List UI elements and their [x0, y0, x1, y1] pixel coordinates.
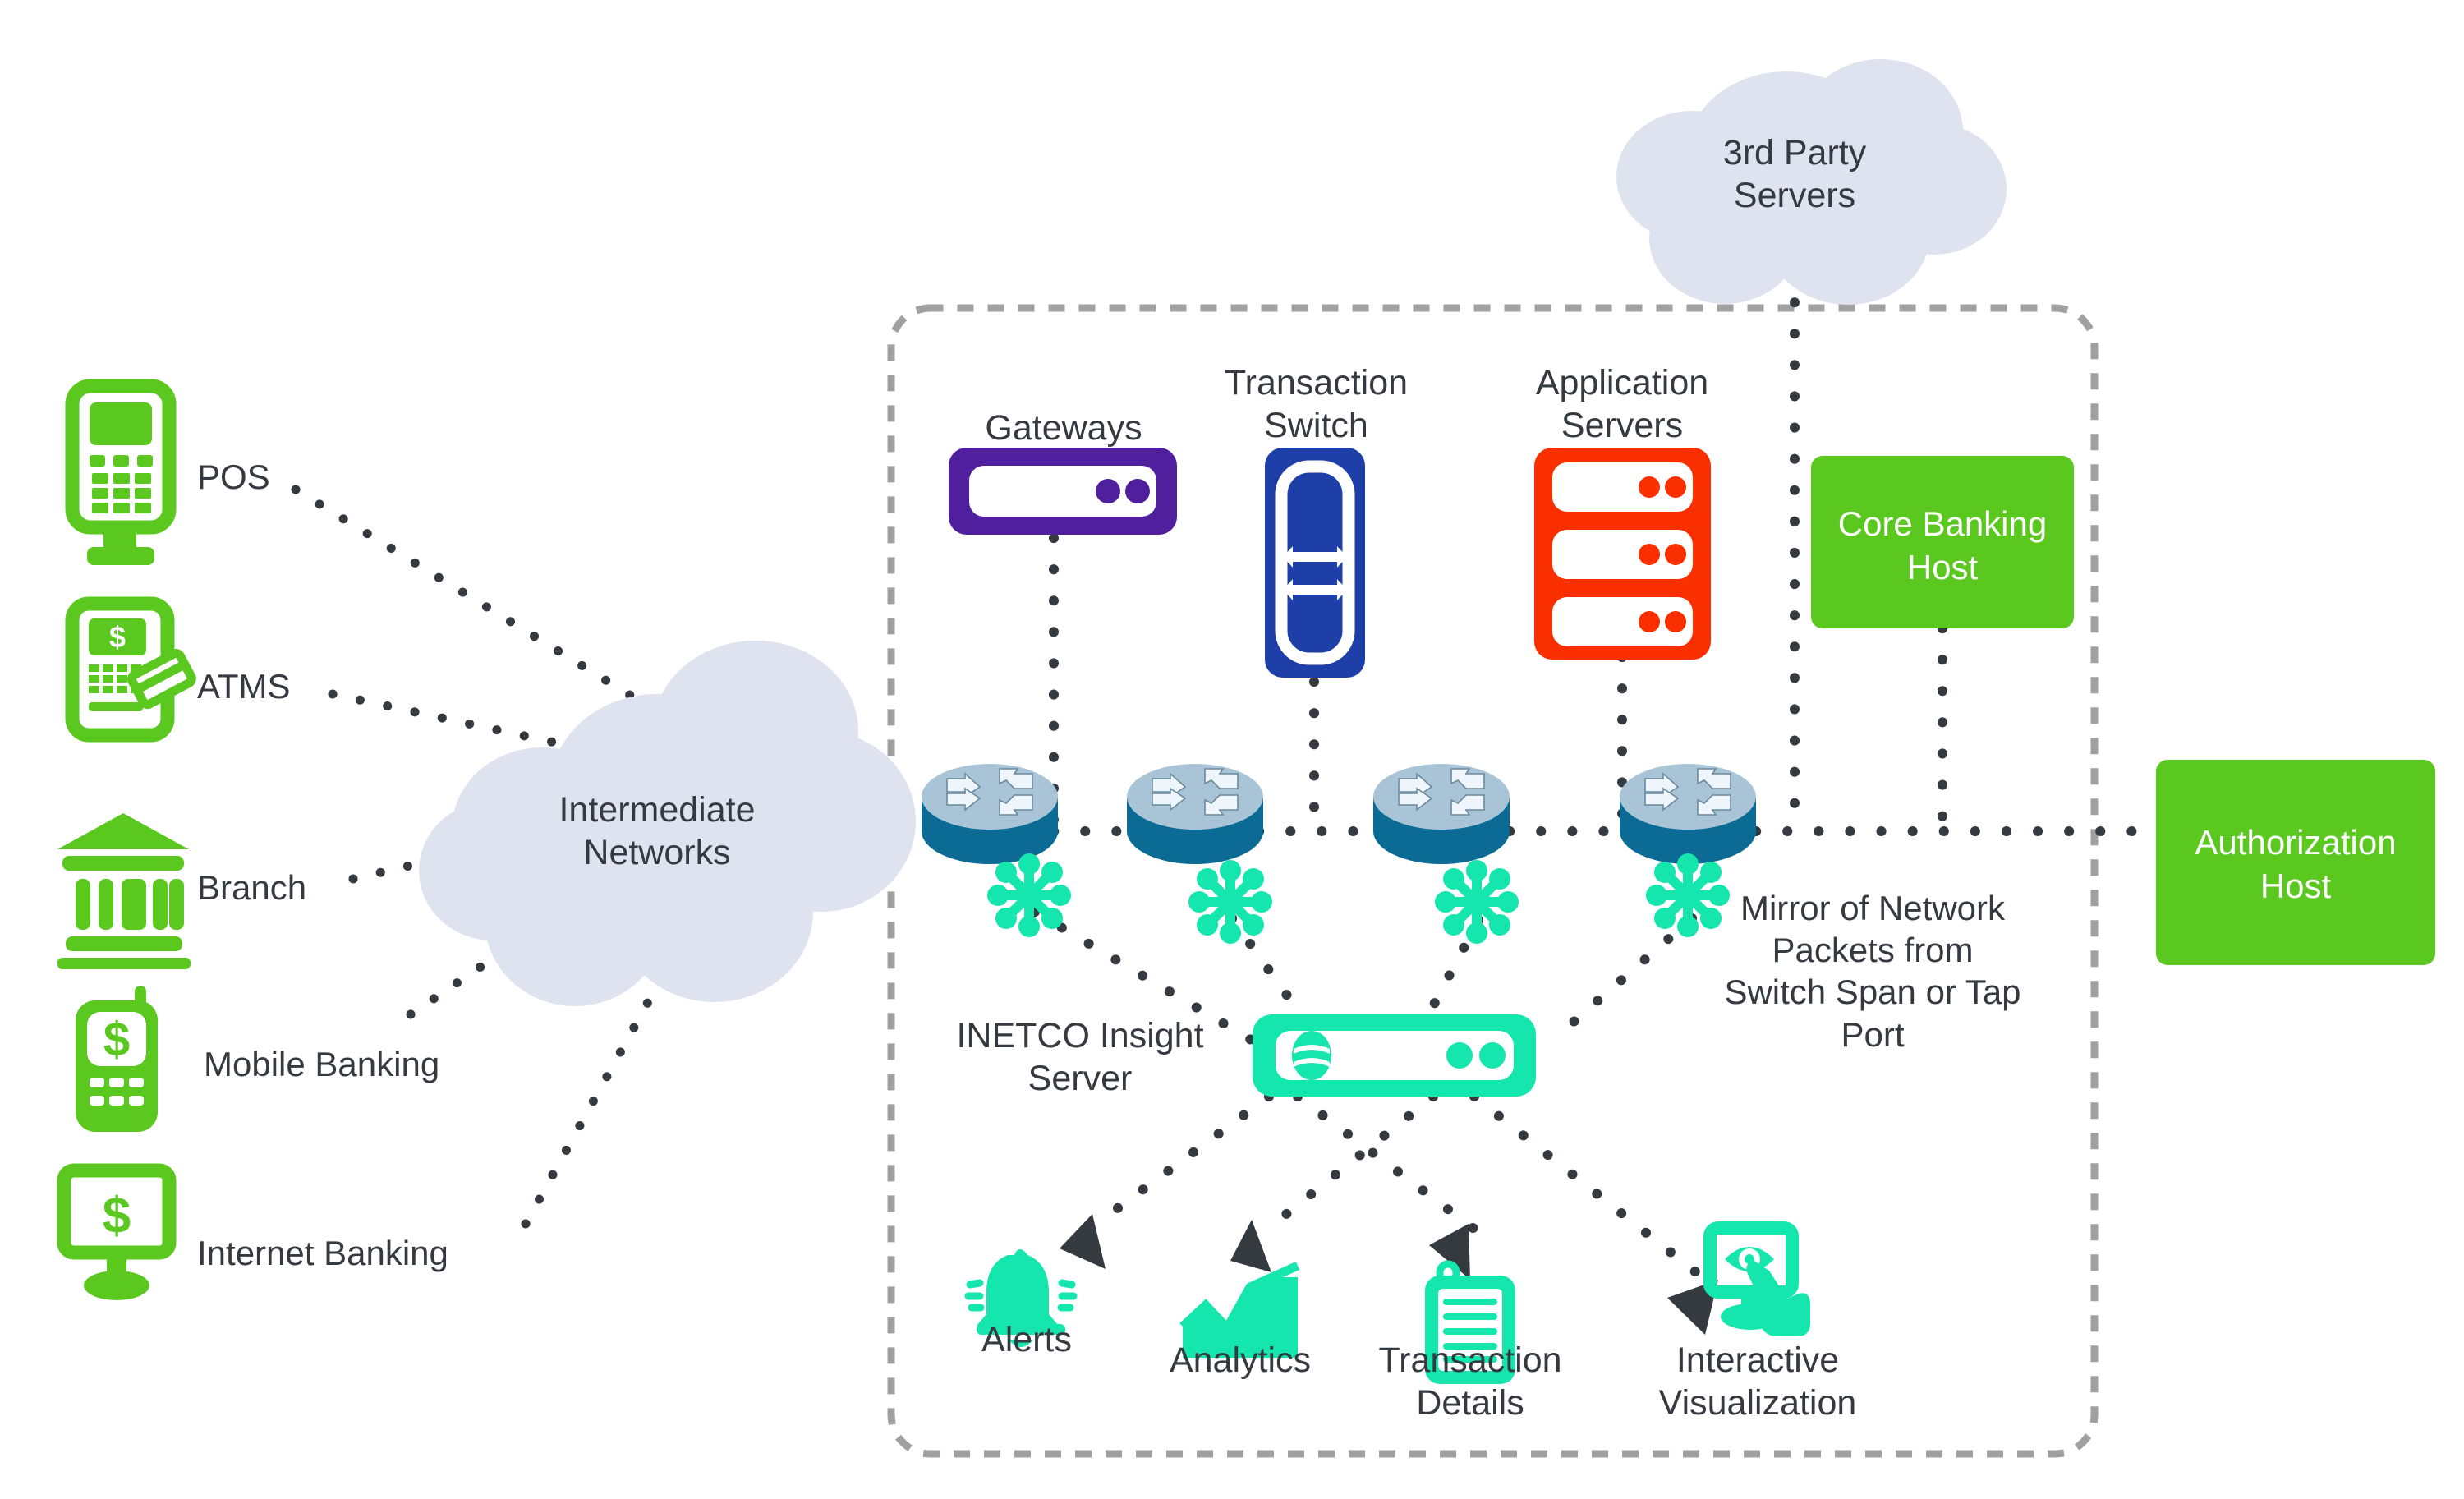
mobile-phone-dollar-icon: $ — [76, 986, 158, 1132]
output-label-line2: Visualization — [1658, 1383, 1857, 1423]
channel-label-pos: POS — [197, 458, 270, 496]
output-label-line1: Transaction — [1378, 1340, 1562, 1380]
svg-text:$: $ — [109, 620, 126, 654]
bank-building-icon — [57, 813, 191, 969]
svg-text:$: $ — [103, 1188, 131, 1244]
output-label-line1: Alerts — [981, 1320, 1072, 1359]
cloud-label-line2: Networks — [583, 833, 731, 873]
infra-label-transaction-switch: Transaction Switch — [1179, 361, 1454, 448]
infra-label-line2: Switch — [1264, 406, 1368, 446]
link-insight-to-viz — [1469, 1092, 1717, 1290]
link-insight-to-details — [1293, 1092, 1483, 1237]
svg-text:$: $ — [103, 1013, 130, 1066]
mirror-note-text: Mirror of Network Packets from Switch Sp… — [1700, 887, 2045, 1055]
arrowhead-details — [1429, 1224, 1470, 1280]
network-tap-icon-1 — [987, 853, 1071, 937]
insight-server-label: INETCO Insight Server — [920, 1014, 1240, 1101]
infra-label-application-servers: Application Servers — [1478, 361, 1766, 448]
mirror-note-line2: Packets from — [1772, 931, 1974, 970]
cloud-label-intermediate-networks: Intermediate Networks — [493, 789, 821, 875]
insight-to-output-links — [1092, 1092, 1717, 1290]
output-label-analytics: Analytics — [1125, 1339, 1355, 1382]
insight-server-label-line1: INETCO Insight — [956, 1016, 1204, 1055]
diagram-svg-layer: $ $ $ — [57, 59, 2435, 1458]
channel-label-internet-banking: Internet Banking — [197, 1234, 448, 1272]
atm-machine-icon: $ — [65, 596, 196, 743]
eye-monitor-cursor-icon — [1703, 1221, 1810, 1336]
output-label-transaction-details: Transaction Details — [1347, 1339, 1593, 1425]
host-label-line1: Core Banking — [1837, 504, 2048, 543]
cloud-label-line2: Servers — [1733, 176, 1856, 216]
output-label-alerts: Alerts — [912, 1318, 1142, 1361]
router-4 — [1620, 764, 1756, 864]
link-insight-to-alerts — [1092, 1092, 1274, 1229]
mirror-note-line3: Switch Span or Tap — [1724, 973, 2021, 1012]
router-2 — [1127, 764, 1263, 864]
arrowhead-analytics — [1230, 1220, 1271, 1272]
device-to-router-links — [1049, 266, 1947, 826]
pos-terminal-icon — [65, 379, 177, 565]
infra-label-line1: Gateways — [985, 408, 1142, 448]
link-tap4-to-insight — [1556, 913, 1697, 1038]
host-label-authorization-host: Authorization Host — [2156, 821, 2435, 908]
link-insight-to-analytics — [1264, 1092, 1438, 1233]
output-label-line1: Interactive — [1676, 1340, 1840, 1380]
insight-server-label-line2: Server — [1027, 1059, 1133, 1099]
link-internet-to-cloud — [521, 981, 662, 1229]
cloud-label-third-party-servers: 3rd Party Servers — [1639, 131, 1951, 218]
mirror-note-line1: Mirror of Network — [1740, 889, 2006, 927]
router-1 — [922, 764, 1058, 864]
diagram-canvas: $ $ $ POS ATMS Branch Mobile Banking Int… — [0, 0, 2464, 1499]
arrowhead-alerts — [1060, 1214, 1106, 1269]
infra-label-line2: Servers — [1561, 406, 1684, 446]
desktop-monitor-dollar-icon: $ — [57, 1163, 177, 1300]
host-label-core-banking-host: Core Banking Host — [1811, 503, 2074, 589]
output-arrowheads — [1060, 1214, 1718, 1335]
infra-label-gateways: Gateways — [928, 407, 1199, 449]
router-3 — [1373, 764, 1510, 864]
inetco-insight-server-icon — [1253, 1014, 1536, 1097]
gateway-server-icon — [949, 448, 1177, 535]
transaction-switch-icon — [1265, 448, 1365, 678]
host-label-line2: Host — [1906, 547, 1979, 586]
output-label-line2: Details — [1416, 1383, 1524, 1423]
mirror-note-line4: Port — [1841, 1014, 1905, 1054]
channel-label-atms: ATMS — [197, 667, 291, 706]
infra-label-line1: Transaction — [1224, 363, 1409, 402]
network-tap-icon-2 — [1188, 860, 1272, 944]
channel-label-mobile-banking: Mobile Banking — [204, 1045, 440, 1083]
host-label-line2: Host — [2259, 866, 2332, 905]
channel-label-branch: Branch — [197, 868, 307, 907]
infra-label-line1: Application — [1535, 363, 1709, 402]
output-label-interactive-visualization: Interactive Visualization — [1622, 1339, 1893, 1425]
cloud-label-line1: Intermediate — [559, 790, 756, 830]
host-label-line1: Authorization — [2195, 823, 2397, 862]
cloud-label-line1: 3rd Party — [1722, 133, 1867, 172]
application-server-rack-icon — [1534, 448, 1711, 660]
inetco-logo-mark — [1292, 1031, 1331, 1080]
output-label-line1: Analytics — [1169, 1340, 1312, 1380]
network-tap-icon-3 — [1435, 860, 1519, 944]
